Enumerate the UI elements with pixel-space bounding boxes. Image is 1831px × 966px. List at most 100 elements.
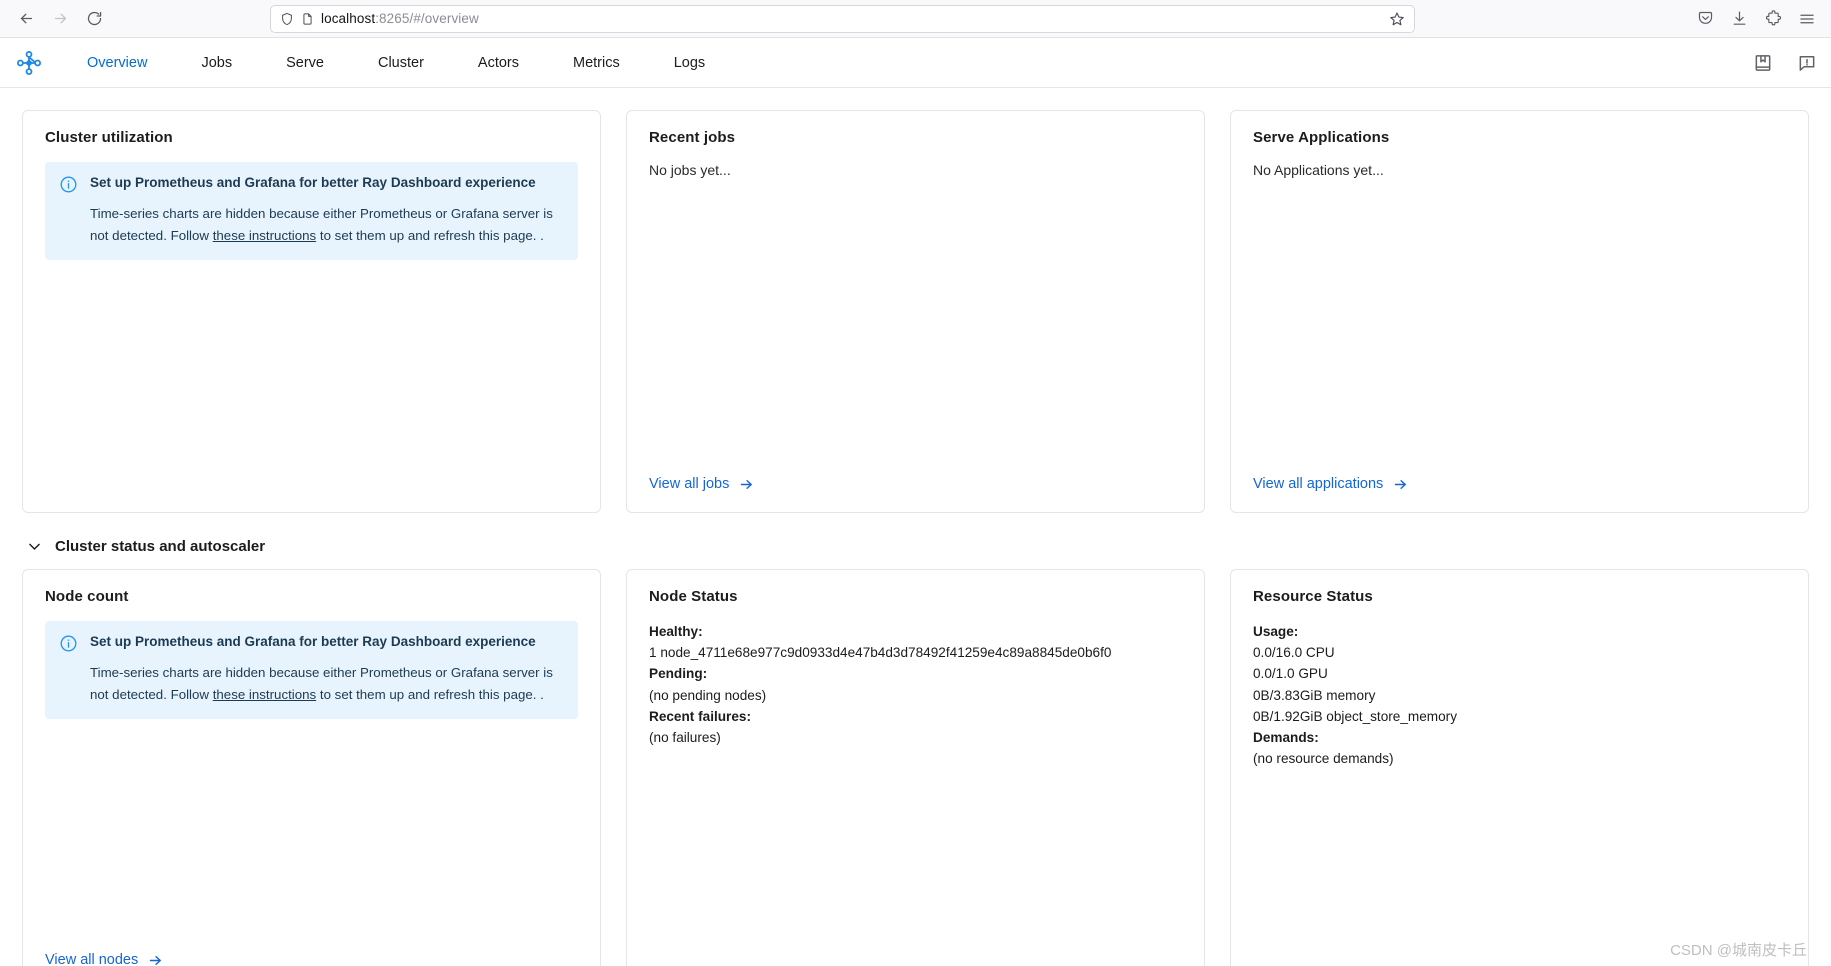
serve-applications-title: Serve Applications bbox=[1253, 129, 1390, 146]
recent-failures-value: (no failures) bbox=[649, 730, 721, 746]
these-instructions-link[interactable]: these instructions bbox=[213, 687, 316, 702]
resource-status-title: Resource Status bbox=[1253, 588, 1373, 605]
arrow-right-icon bbox=[147, 953, 164, 966]
recent-jobs-empty-text: No jobs yet... bbox=[649, 162, 731, 178]
alert-description: Time-series charts are hidden because ei… bbox=[90, 662, 562, 705]
overview-page: Cluster utilization Set up Prometheus an… bbox=[0, 88, 1831, 966]
alert-text-after: to set them up and refresh this page. . bbox=[316, 227, 544, 243]
cluster-status-section-header[interactable]: Cluster status and autoscaler bbox=[26, 538, 1809, 555]
top-cards-row: Cluster utilization Set up Prometheus an… bbox=[22, 110, 1809, 513]
downloads-button[interactable] bbox=[1723, 4, 1755, 34]
serve-applications-card: Serve Applications No Applications yet..… bbox=[1230, 110, 1809, 513]
arrow-right-icon bbox=[1392, 477, 1409, 492]
forward-button[interactable] bbox=[44, 4, 76, 34]
info-circle-icon bbox=[59, 173, 78, 246]
browser-nav-buttons bbox=[10, 4, 110, 34]
view-all-jobs-link[interactable]: View all jobs bbox=[649, 476, 1182, 492]
card-spacer bbox=[45, 260, 578, 492]
cluster-utilization-title: Cluster utilization bbox=[45, 129, 173, 146]
pocket-save-icon bbox=[1698, 11, 1712, 24]
alert-title: Set up Prometheus and Grafana for better… bbox=[90, 634, 536, 649]
chevron-down-icon[interactable] bbox=[26, 538, 43, 555]
resource-status-list: Usage: 0.0/16.0 CPU 0.0/1.0 GPU 0B/3.83G… bbox=[1253, 621, 1786, 769]
recent-jobs-title: Recent jobs bbox=[649, 129, 736, 146]
alert-description: Time-series charts are hidden because ei… bbox=[90, 203, 562, 246]
card-spacer bbox=[45, 719, 578, 952]
back-button[interactable] bbox=[10, 4, 42, 34]
usage-object-store-memory: 0B/1.92GiB object_store_memory bbox=[1253, 708, 1458, 724]
hamburger-menu-icon bbox=[1800, 14, 1814, 23]
app-menu-button[interactable] bbox=[1791, 4, 1823, 34]
arrow-right-icon bbox=[738, 477, 755, 492]
shield-icon bbox=[280, 12, 294, 26]
resource-status-card: Resource Status Usage: 0.0/16.0 CPU 0.0/… bbox=[1230, 569, 1809, 966]
nav-tab-cluster[interactable]: Cluster bbox=[351, 55, 451, 71]
alert-body: Set up Prometheus and Grafana for better… bbox=[90, 173, 562, 246]
pending-value: (no pending nodes) bbox=[649, 687, 767, 703]
nav-links: Overview Jobs Serve Cluster Actors Metri… bbox=[60, 55, 732, 71]
section-title: Cluster status and autoscaler bbox=[55, 538, 266, 555]
node-status-card: Node Status Healthy: 1 node_4711e68e977c… bbox=[626, 569, 1205, 966]
card-spacer bbox=[1253, 178, 1786, 476]
node-status-list: Healthy: 1 node_4711e68e977c9d0933d4e47b… bbox=[649, 621, 1182, 748]
extensions-button[interactable] bbox=[1757, 4, 1789, 34]
page-document-icon bbox=[301, 12, 314, 26]
healthy-value: 1 node_4711e68e977c9d0933d4e47b4d3d78492… bbox=[649, 645, 1112, 661]
reload-button[interactable] bbox=[78, 4, 110, 34]
url-text: localhost:8265/#/overview bbox=[321, 11, 1379, 26]
demands-value: (no resource demands) bbox=[1253, 751, 1394, 767]
nav-tab-metrics[interactable]: Metrics bbox=[546, 55, 647, 71]
healthy-label: Healthy: bbox=[649, 624, 703, 639]
usage-gpu: 0.0/1.0 GPU bbox=[1253, 666, 1328, 682]
card-spacer bbox=[649, 178, 1182, 476]
pocket-save-button[interactable] bbox=[1689, 4, 1721, 34]
view-all-nodes-link[interactable]: View all nodes bbox=[45, 952, 578, 966]
view-all-jobs-label: View all jobs bbox=[649, 476, 730, 492]
alert-text-after: to set them up and refresh this page. . bbox=[316, 686, 544, 702]
nav-tab-overview[interactable]: Overview bbox=[60, 55, 174, 71]
node-count-card: Node count Set up Prometheus and Grafana… bbox=[22, 569, 601, 966]
feedback-comment-icon[interactable] bbox=[1797, 53, 1817, 73]
nav-tab-serve[interactable]: Serve bbox=[259, 55, 351, 71]
node-status-title: Node Status bbox=[649, 588, 738, 605]
pending-label: Pending: bbox=[649, 666, 708, 682]
url-host: localhost bbox=[321, 11, 376, 26]
usage-label: Usage: bbox=[1253, 624, 1299, 639]
alert-body: Set up Prometheus and Grafana for better… bbox=[90, 632, 562, 705]
prometheus-grafana-alert: Set up Prometheus and Grafana for better… bbox=[45, 162, 578, 261]
nav-tab-jobs[interactable]: Jobs bbox=[174, 55, 259, 71]
docs-book-icon[interactable] bbox=[1753, 53, 1773, 73]
nav-tab-actors[interactable]: Actors bbox=[451, 55, 546, 71]
card-spacer bbox=[649, 748, 1182, 966]
card-spacer bbox=[1253, 769, 1786, 966]
node-count-title: Node count bbox=[45, 588, 129, 605]
browser-toolbar-right bbox=[1689, 0, 1823, 37]
star-icon bbox=[1390, 11, 1404, 25]
these-instructions-link[interactable]: these instructions bbox=[213, 228, 316, 243]
bookmark-button[interactable] bbox=[1386, 11, 1408, 27]
alert-title: Set up Prometheus and Grafana for better… bbox=[90, 175, 536, 190]
info-circle-icon bbox=[59, 632, 78, 705]
back-arrow-icon bbox=[20, 13, 32, 24]
download-icon bbox=[1733, 11, 1745, 25]
url-path: :8265/#/overview bbox=[375, 11, 479, 26]
demands-label: Demands: bbox=[1253, 730, 1319, 746]
view-all-applications-link[interactable]: View all applications bbox=[1253, 476, 1786, 492]
nav-tab-logs[interactable]: Logs bbox=[647, 55, 732, 71]
view-all-applications-label: View all applications bbox=[1253, 476, 1384, 492]
recent-jobs-card: Recent jobs No jobs yet... View all jobs bbox=[626, 110, 1205, 513]
serve-applications-empty-text: No Applications yet... bbox=[1253, 162, 1384, 178]
ray-logo-icon[interactable] bbox=[12, 46, 46, 80]
forward-arrow-icon bbox=[54, 13, 66, 24]
usage-cpu: 0.0/16.0 CPU bbox=[1253, 645, 1335, 661]
cluster-utilization-card: Cluster utilization Set up Prometheus an… bbox=[22, 110, 601, 513]
address-bar[interactable]: localhost:8265/#/overview bbox=[270, 4, 1415, 33]
extensions-puzzle-icon bbox=[1765, 10, 1781, 26]
cluster-status-cards-row: Node count Set up Prometheus and Grafana… bbox=[22, 569, 1809, 966]
app-nav-right-icons bbox=[1753, 38, 1817, 87]
app-navigation-bar: Overview Jobs Serve Cluster Actors Metri… bbox=[0, 38, 1831, 88]
prometheus-grafana-alert: Set up Prometheus and Grafana for better… bbox=[45, 621, 578, 720]
recent-failures-label: Recent failures: bbox=[649, 708, 751, 724]
reload-icon bbox=[87, 11, 101, 26]
view-all-nodes-label: View all nodes bbox=[45, 952, 139, 966]
